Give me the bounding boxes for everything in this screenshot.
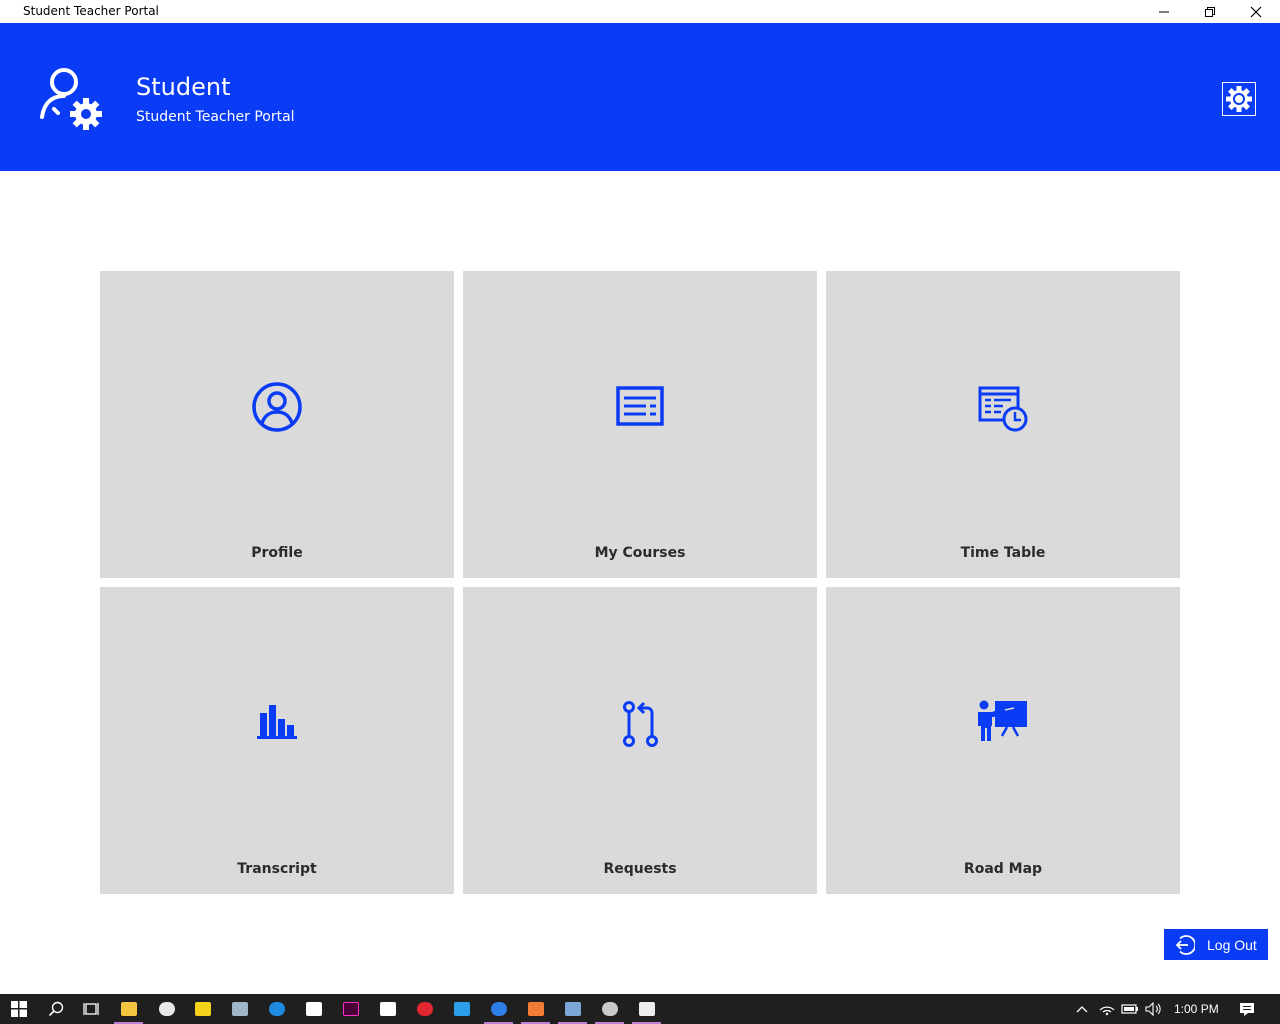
mail-button[interactable]: [295, 994, 332, 1024]
store-button[interactable]: [369, 994, 406, 1024]
virtualbox-icon: [564, 1002, 581, 1016]
opera-icon: [416, 1002, 433, 1016]
tile-label: Time Table: [960, 545, 1046, 561]
xampp-icon: [527, 1002, 544, 1016]
logout-button[interactable]: Log Out: [1164, 929, 1268, 960]
action-center-button[interactable]: [1236, 994, 1258, 1024]
opera-button[interactable]: [406, 994, 443, 1024]
paint-icon: [158, 1002, 175, 1016]
photos-icon: [231, 1002, 248, 1016]
start-button[interactable]: [0, 994, 37, 1024]
page-subtitle: Student Teacher Portal: [136, 109, 295, 125]
virtualbox-button[interactable]: [554, 994, 591, 1024]
app-button[interactable]: [628, 994, 665, 1024]
tile-my-courses[interactable]: My Courses: [463, 271, 817, 578]
logout-label: Log Out: [1207, 936, 1257, 953]
speaker-icon: [1145, 1002, 1161, 1016]
app-icon: [638, 1002, 655, 1016]
vscode-button[interactable]: [443, 994, 480, 1024]
page-title: Student: [136, 73, 231, 101]
tile-label: My Courses: [594, 545, 686, 561]
task-view-icon: [82, 1003, 99, 1015]
paint3d-button[interactable]: [591, 994, 628, 1024]
bar-chart-icon: [249, 695, 305, 751]
restore-icon: [1205, 6, 1215, 17]
calendar-clock-icon: [975, 379, 1031, 435]
user-circle-icon: [249, 379, 305, 435]
task-view-button[interactable]: [72, 994, 109, 1024]
firefox-button[interactable]: [480, 994, 517, 1024]
battery-button[interactable]: [1120, 994, 1140, 1024]
photos-button[interactable]: [221, 994, 258, 1024]
settings-button[interactable]: [1222, 82, 1256, 116]
tile-profile[interactable]: Profile: [100, 271, 454, 578]
logout-arrow-icon: [1175, 934, 1195, 955]
wifi-icon: [1099, 1006, 1115, 1016]
minimize-button[interactable]: [1141, 0, 1187, 23]
adobe-xd-icon: [342, 1002, 359, 1016]
wifi-button[interactable]: [1097, 994, 1117, 1024]
chevron-up-icon: [1076, 1006, 1088, 1013]
xampp-button[interactable]: [517, 994, 554, 1024]
tile-time-table[interactable]: Time Table: [826, 271, 1180, 578]
tile-transcript[interactable]: Transcript: [100, 587, 454, 894]
sticky-notes-button[interactable]: [184, 994, 221, 1024]
mail-icon: [305, 1002, 322, 1016]
taskbar: 1:00 PM: [0, 994, 1280, 1024]
file-explorer-icon: [120, 1002, 137, 1016]
taskbar-clock[interactable]: 1:00 PM: [1174, 1002, 1219, 1016]
notification-icon: [1240, 1002, 1254, 1016]
tile-label: Profile: [251, 545, 303, 561]
file-explorer-button[interactable]: [110, 994, 147, 1024]
tile-label: Road Map: [963, 861, 1043, 877]
firefox-icon: [490, 1002, 507, 1016]
presenter-board-icon: [975, 695, 1031, 751]
search-button[interactable]: [37, 994, 74, 1024]
show-hidden-icons-button[interactable]: [1072, 994, 1092, 1024]
battery-icon: [1121, 1004, 1138, 1014]
tile-road-map[interactable]: Road Map: [826, 587, 1180, 894]
window-title: Student Teacher Portal: [23, 4, 159, 18]
edge-button[interactable]: [258, 994, 295, 1024]
edge-icon: [268, 1002, 285, 1016]
close-button[interactable]: [1233, 0, 1279, 23]
volume-button[interactable]: [1144, 994, 1164, 1024]
adobe-xd-button[interactable]: [332, 994, 369, 1024]
vscode-icon: [453, 1002, 470, 1016]
sticky-notes-icon: [194, 1002, 211, 1016]
tile-label: Requests: [603, 861, 677, 877]
user-gear-icon: [38, 65, 106, 133]
tile-requests[interactable]: Requests: [463, 587, 817, 894]
gear-icon: [1226, 86, 1252, 112]
search-icon: [48, 1001, 63, 1017]
paint-button[interactable]: [148, 994, 185, 1024]
window-titlebar: Student Teacher Portal: [0, 0, 1280, 23]
course-list-icon: [612, 379, 668, 435]
tile-label: Transcript: [237, 861, 317, 877]
app-header: Student Student Teacher Portal: [0, 23, 1280, 171]
minimize-icon: [1159, 11, 1169, 12]
close-icon: [1250, 6, 1262, 17]
pull-request-icon: [612, 695, 668, 751]
start-icon: [10, 1001, 27, 1017]
paint3d-icon: [601, 1002, 618, 1016]
store-icon: [379, 1002, 396, 1016]
restore-button[interactable]: [1187, 0, 1233, 23]
